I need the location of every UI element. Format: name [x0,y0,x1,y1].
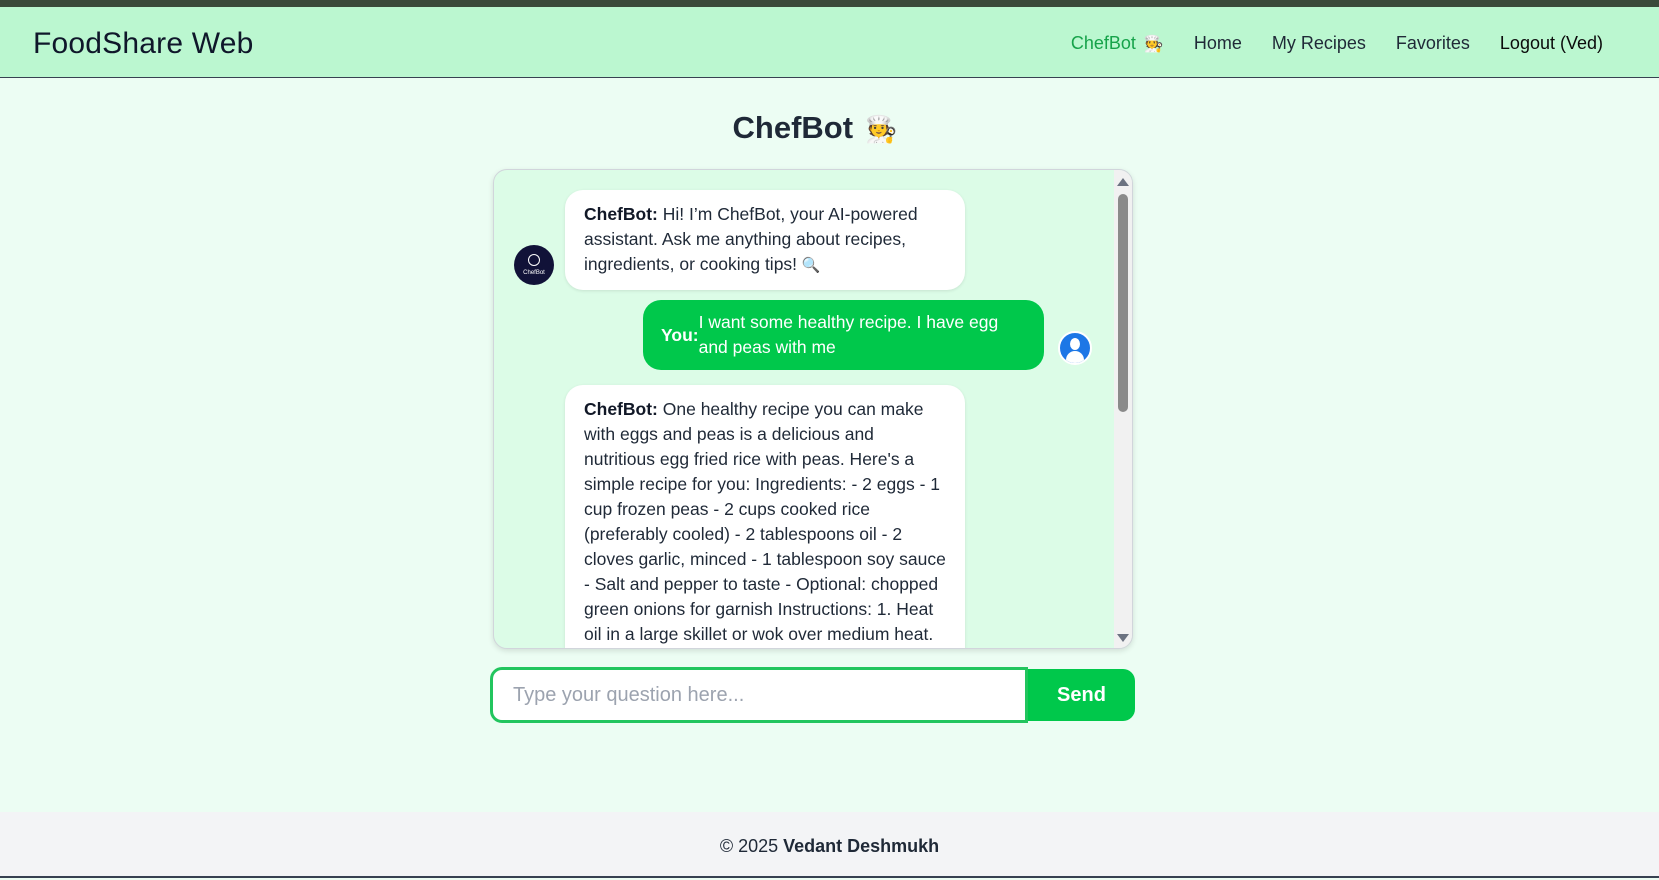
user-message: You: I want some healthy recipe. I have … [643,300,1044,370]
footer-copyright: © 2025 [719,836,779,856]
message-text: One healthy recipe you can make with egg… [584,399,946,644]
chat-window[interactable]: ChefBot ChefBot: Hi! I’m ChefBot, your A… [493,169,1133,649]
footer-author: Vedant Deshmukh [783,836,940,856]
bot-message: ChefBot: Hi! I’m ChefBot, your AI-powere… [565,190,965,290]
page-title: ChefBot 🧑‍🍳 [0,110,1630,146]
user-avatar-icon [1058,331,1092,365]
nav-chefbot[interactable]: ChefBot 🧑‍🍳 [1071,33,1164,54]
chefbot-logo-icon [528,254,540,266]
nav-my-recipes[interactable]: My Recipes [1272,33,1366,54]
navbar: FoodShare Web ChefBot 🧑‍🍳 Home My Recipes… [0,7,1659,78]
chat-input-row: Send [490,667,1135,723]
scroll-thumb[interactable] [1118,194,1128,412]
nav-home[interactable]: Home [1194,33,1242,54]
message-sender: You: [661,324,699,345]
scroll-down-arrow-icon[interactable] [1117,634,1129,642]
brand-logo[interactable]: FoodShare Web [33,27,254,61]
chef-icon: 🧑‍🍳 [865,114,898,144]
message-sender: ChefBot: [584,204,658,224]
logout-link[interactable]: Logout (Ved) [1500,33,1603,54]
top-strip [0,0,1659,7]
nav-favorites[interactable]: Favorites [1396,33,1470,54]
footer: © 2025 Vedant Deshmukh [0,812,1659,878]
chefbot-avatar: ChefBot [514,245,554,285]
nav-links: ChefBot 🧑‍🍳 Home My Recipes Favorites Log… [1041,33,1603,54]
nav-chefbot-label: ChefBot [1070,33,1136,53]
message-text: I want some healthy recipe. I have egg a… [698,312,999,357]
chat-scrollbar[interactable] [1114,170,1132,648]
page-title-text: ChefBot [732,110,854,145]
chefbot-avatar-label: ChefBot [523,270,545,276]
question-input[interactable] [490,667,1028,723]
send-button[interactable]: Send [1028,669,1135,721]
message-sender: ChefBot: [584,399,658,419]
chef-icon: 🧑‍🍳 [1143,36,1164,53]
scroll-up-arrow-icon[interactable] [1117,178,1129,186]
bot-message: ChefBot: One healthy recipe you can make… [565,385,965,648]
magnifier-icon: 🔍 [801,257,821,274]
